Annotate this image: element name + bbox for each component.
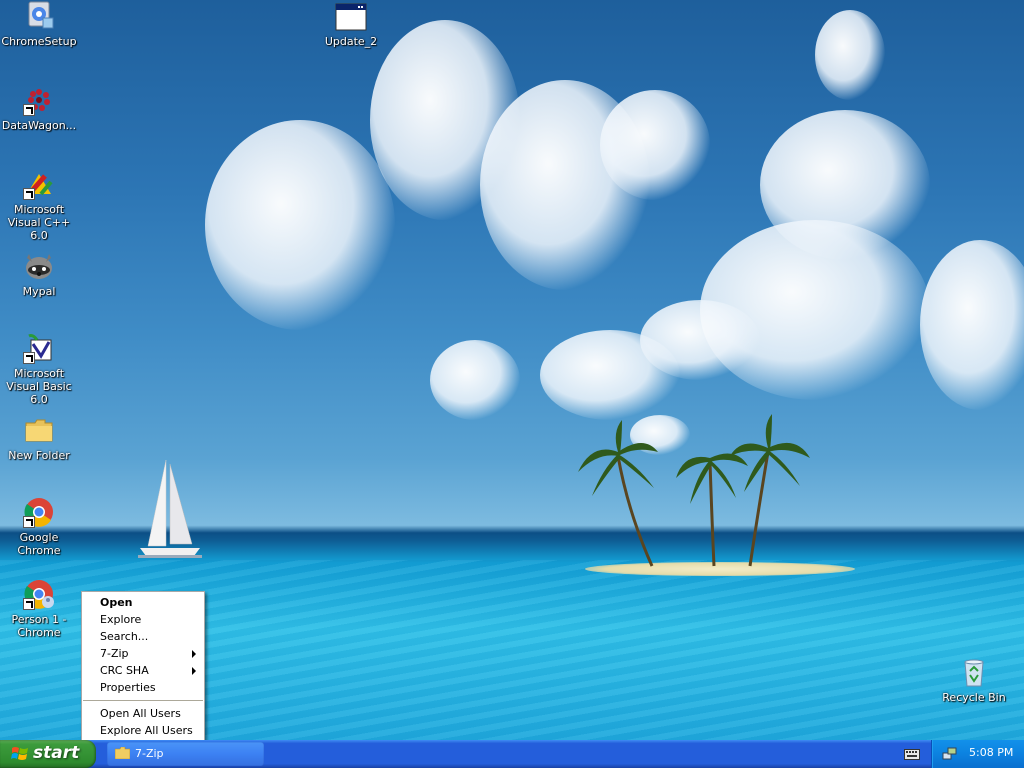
menu-item-7zip[interactable]: 7-Zip — [82, 645, 204, 662]
desktop-wallpaper[interactable]: ChromeSetup Update_2 DataWagon... Micros… — [0, 0, 1024, 740]
window-app-icon — [335, 0, 367, 32]
menu-item-explore-all-users[interactable]: Explore All Users — [82, 722, 204, 739]
desktop-icon-google-chrome[interactable]: Google Chrome — [1, 496, 77, 557]
shortcut-arrow-icon — [23, 352, 35, 364]
menu-separator — [83, 700, 203, 701]
taskbar-button-7zip[interactable]: 7-Zip — [107, 742, 264, 766]
desktop-icon-update[interactable]: Update_2 — [313, 0, 389, 48]
menu-item-open-all-users[interactable]: Open All Users — [82, 705, 204, 722]
menu-item-open[interactable]: Open — [82, 594, 204, 611]
taskbar-clock[interactable]: 5:08 PM — [969, 746, 1013, 759]
shortcut-arrow-icon — [23, 598, 35, 610]
taskbar-button-label: 7-Zip — [135, 747, 164, 760]
start-button[interactable]: start — [0, 740, 96, 768]
folder-icon — [23, 414, 55, 446]
desktop-icon-visual-cpp[interactable]: Microsoft Visual C++ 6.0 — [1, 168, 77, 242]
windows-logo-icon — [11, 747, 28, 760]
visual-basic-icon — [23, 332, 55, 364]
folder-icon — [115, 747, 130, 759]
desktop-icon-new-folder[interactable]: New Folder — [1, 414, 77, 462]
start-label: start — [33, 743, 80, 763]
chrome-icon — [23, 496, 55, 528]
chrome-profile-icon — [23, 578, 55, 610]
network-tray-icon[interactable] — [942, 746, 958, 762]
system-tray: 5:08 PM — [931, 740, 1024, 768]
shortcut-arrow-icon — [23, 188, 35, 200]
visual-cpp-icon — [23, 168, 55, 200]
shortcut-arrow-icon — [23, 104, 35, 116]
keyboard-language-icon[interactable] — [904, 747, 920, 760]
menu-item-properties[interactable]: Properties — [82, 679, 204, 696]
datawagon-icon — [23, 84, 55, 116]
desktop-context-menu: Open Explore Search... 7-Zip CRC SHA Pro… — [81, 591, 205, 740]
desktop-icon-person1-chrome[interactable]: Person 1 - Chrome — [1, 578, 77, 639]
desktop-icon-recycle-bin[interactable]: Recycle Bin — [936, 656, 1012, 704]
desktop-icon-mypal[interactable]: Mypal — [1, 250, 77, 298]
menu-item-explore[interactable]: Explore — [82, 611, 204, 628]
desktop-icon-datawagon[interactable]: DataWagon... — [1, 84, 77, 132]
shortcut-arrow-icon — [23, 516, 35, 528]
mypal-icon — [23, 250, 55, 282]
recycle-bin-icon — [958, 656, 990, 688]
chrome-setup-icon — [23, 0, 55, 32]
taskbar: start 7-Zip 5:08 PM — [0, 740, 1024, 768]
menu-item-crc-sha[interactable]: CRC SHA — [82, 662, 204, 679]
menu-item-search[interactable]: Search... — [82, 628, 204, 645]
desktop-icon-chromesetup[interactable]: ChromeSetup — [1, 0, 77, 48]
desktop-icon-visual-basic[interactable]: Microsoft Visual Basic 6.0 — [1, 332, 77, 406]
